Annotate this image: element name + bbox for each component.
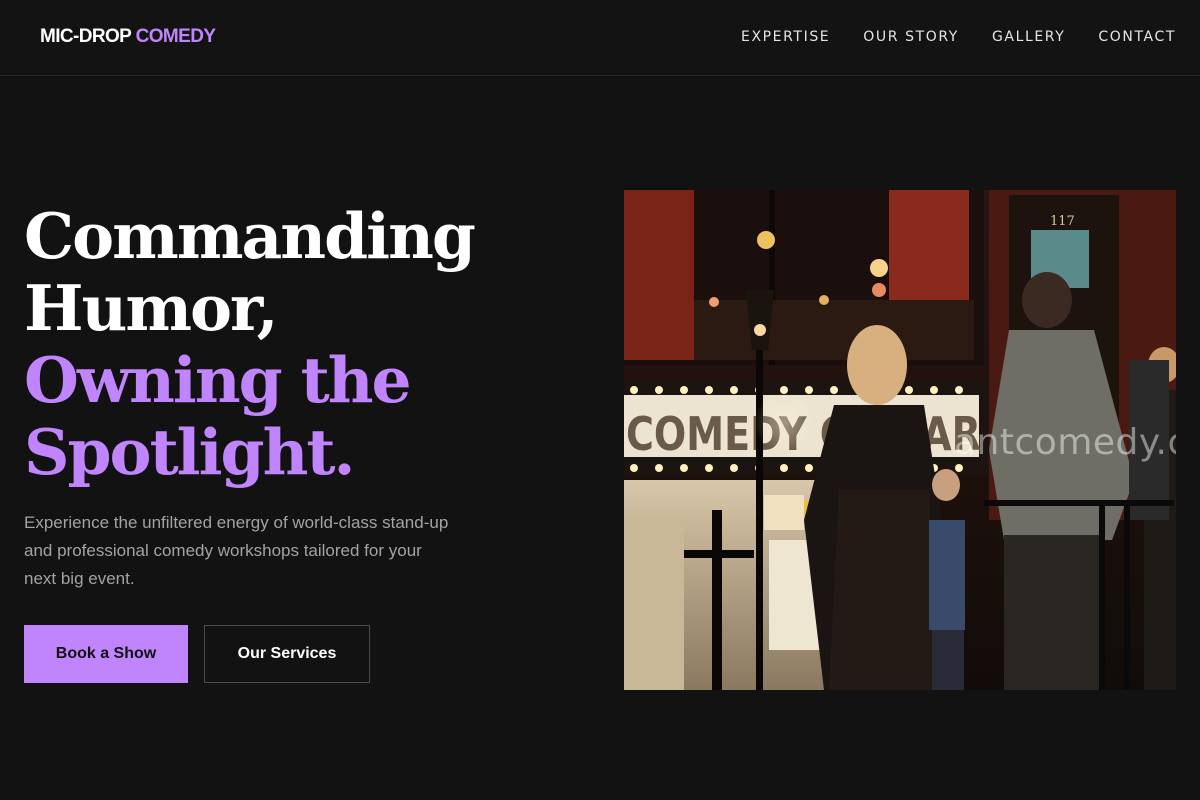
hero-description: Experience the unfiltered energy of worl… [24,513,449,588]
headline-line-1: Commanding [24,199,476,273]
brand-name-main: MIC-DROP [40,26,132,47]
photo-watermark: antcomedy.com [954,422,1176,463]
headline-line-4: Spotlight. [24,415,355,489]
main-nav: EXPERTISE OUR STORY GALLERY CONTACT [708,28,1176,46]
site-header: MIC-DROP COMEDY EXPERTISE OUR STORY GALL… [0,0,1200,76]
door-number: 117 [1050,214,1075,229]
nav-link-contact[interactable]: CONTACT [1098,28,1176,46]
hero-headline: Commanding Humor, Owning the Spotlight. [24,199,476,489]
headline-line-3: Owning the [24,343,412,417]
brand-logo[interactable]: MIC-DROP COMEDY [40,26,216,48]
headline-line-2: Humor, [24,271,279,345]
nav-link-expertise[interactable]: EXPERTISE [741,28,830,46]
hero-photo: 117 COMEDY CELLAR antcomedy. [624,190,1176,690]
brand-name-accent: COMEDY [135,26,216,47]
our-services-button[interactable]: Our Services [204,625,370,683]
nav-link-gallery[interactable]: GALLERY [992,28,1065,46]
nav-link-our-story[interactable]: OUR STORY [863,28,959,46]
book-show-button[interactable]: Book a Show [24,625,188,683]
